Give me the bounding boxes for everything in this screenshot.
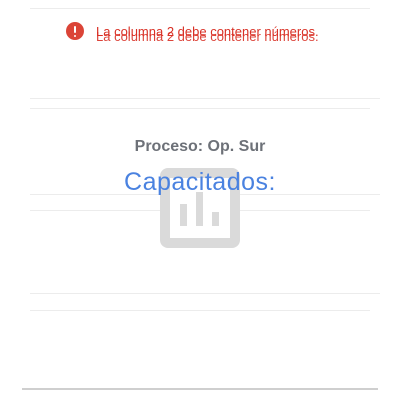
divider xyxy=(30,310,370,311)
chart-widget: La columna 2 debe contener números. La c… xyxy=(0,0,400,400)
widget-title: Capacitados: xyxy=(124,168,276,196)
error-message: La columna 2 debe contener números. La c… xyxy=(96,25,319,43)
error-banner: La columna 2 debe contener números. La c… xyxy=(66,20,319,43)
divider xyxy=(30,98,380,99)
error-icon xyxy=(66,22,84,40)
divider xyxy=(30,108,370,109)
divider xyxy=(30,293,380,294)
divider xyxy=(30,8,370,9)
bottom-border xyxy=(22,388,378,390)
process-label: Proceso: Op. Sur xyxy=(134,138,266,155)
error-message-shadow: La columna 2 debe contener números. xyxy=(96,28,319,44)
